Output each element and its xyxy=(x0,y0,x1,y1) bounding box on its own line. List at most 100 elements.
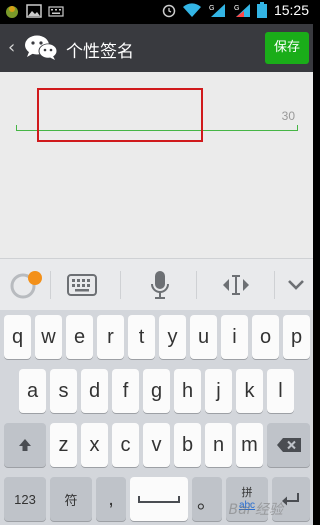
signal-g2-label: G xyxy=(234,5,239,12)
key-label: f xyxy=(122,379,129,402)
backspace-key[interactable] xyxy=(267,423,310,467)
key-label: z xyxy=(58,433,69,456)
key-e[interactable]: e xyxy=(66,315,93,359)
key-label: m xyxy=(241,433,258,456)
enter-icon xyxy=(282,493,299,506)
voice-input-button[interactable] xyxy=(134,259,186,311)
key-label: i xyxy=(232,325,237,348)
key-k[interactable]: k xyxy=(236,369,263,413)
status-bar-notifications xyxy=(4,3,64,19)
key-label: j xyxy=(216,379,221,402)
key-m[interactable]: m xyxy=(236,423,263,467)
keyboard-icon xyxy=(67,274,97,296)
key-label: p xyxy=(290,325,303,348)
key-label: , xyxy=(108,487,114,510)
lang-label-abc: abc xyxy=(238,499,256,511)
key-i[interactable]: i xyxy=(221,315,248,359)
key-label: a xyxy=(26,379,39,402)
shift-arrow-icon xyxy=(19,439,31,451)
key-label: 符 xyxy=(64,492,78,508)
cursor-arrows-icon xyxy=(223,275,249,295)
key-label: x xyxy=(89,433,100,456)
keyboard-notif-icon xyxy=(48,6,64,17)
wechat-logo-icon[interactable] xyxy=(24,34,58,62)
numbers-key[interactable]: 123 xyxy=(4,477,46,521)
save-button[interactable]: 保存 xyxy=(265,32,309,64)
notification-app-icon xyxy=(6,6,18,18)
key-label: h xyxy=(181,379,194,402)
key-o[interactable]: o xyxy=(252,315,279,359)
key-u[interactable]: u xyxy=(190,315,217,359)
enter-key[interactable] xyxy=(272,477,310,521)
key-t[interactable]: t xyxy=(128,315,155,359)
highlight-box xyxy=(37,88,203,142)
key-label: q xyxy=(11,325,24,348)
key-label: g xyxy=(150,379,163,402)
collapse-keyboard-button[interactable] xyxy=(278,259,313,311)
key-a[interactable]: a xyxy=(19,369,46,413)
key-b[interactable]: b xyxy=(174,423,201,467)
key-label: k xyxy=(244,379,255,402)
key-label: 123 xyxy=(14,491,36,507)
key-x[interactable]: x xyxy=(81,423,108,467)
char-counter: 30 xyxy=(281,109,295,123)
signal-g2-icon: G xyxy=(234,4,250,17)
status-time: 15:25 xyxy=(273,2,309,18)
key-w[interactable]: w xyxy=(35,315,62,359)
toolbar-separator xyxy=(274,271,275,299)
key-g[interactable]: g xyxy=(143,369,170,413)
status-bar-system: G G 15:25 xyxy=(161,2,309,18)
alarm-icon xyxy=(162,4,176,18)
key-n[interactable]: n xyxy=(205,423,232,467)
language-switch-key[interactable]: 拼 abc xyxy=(226,477,268,521)
key-label: v xyxy=(151,433,162,456)
key-r[interactable]: r xyxy=(97,315,124,359)
key-h[interactable]: h xyxy=(174,369,201,413)
space-key[interactable] xyxy=(130,477,188,521)
symbols-key[interactable]: 符 xyxy=(50,477,92,521)
microphone-icon xyxy=(151,271,169,299)
key-c[interactable]: c xyxy=(112,423,139,467)
key-label: s xyxy=(58,379,69,402)
toolbar-separator xyxy=(196,271,197,299)
key-label: c xyxy=(120,433,131,456)
keyboard-toolbar xyxy=(0,258,313,310)
lang-label-pinyin: 拼 xyxy=(241,486,253,499)
key-s[interactable]: s xyxy=(50,369,77,413)
soft-keyboard: q w e r t y u i o p a s d f g h j k l z … xyxy=(0,310,313,525)
key-y[interactable]: y xyxy=(159,315,186,359)
key-label: w xyxy=(41,325,56,348)
key-q[interactable]: q xyxy=(4,315,31,359)
key-l[interactable]: l xyxy=(267,369,294,413)
key-label: o xyxy=(259,325,272,348)
comma-key[interactable]: , xyxy=(96,477,126,521)
signature-editor: 30 xyxy=(0,72,313,258)
key-f[interactable]: f xyxy=(112,369,139,413)
key-label: u xyxy=(197,325,210,348)
back-chevron-icon[interactable]: ‹ xyxy=(8,37,15,58)
key-label: r xyxy=(107,325,114,348)
key-label: 。 xyxy=(197,490,217,513)
key-d[interactable]: d xyxy=(81,369,108,413)
key-p[interactable]: p xyxy=(283,315,310,359)
key-z[interactable]: z xyxy=(50,423,77,467)
wifi-icon xyxy=(182,3,201,18)
shift-key[interactable] xyxy=(4,423,46,467)
key-label: t xyxy=(138,325,145,348)
key-j[interactable]: j xyxy=(205,369,232,413)
keyboard-switch-button[interactable] xyxy=(56,259,108,311)
sogou-logo-icon xyxy=(10,271,42,299)
signal-g-label: G xyxy=(209,5,214,12)
sogou-logo-button[interactable] xyxy=(4,259,48,311)
chevron-down-icon xyxy=(287,280,304,290)
period-key[interactable]: 。 xyxy=(192,477,222,521)
key-label: b xyxy=(181,433,194,456)
toolbar-separator xyxy=(50,271,51,299)
key-label: l xyxy=(278,379,283,402)
backspace-icon xyxy=(276,438,301,452)
key-label: d xyxy=(88,379,101,402)
cursor-move-button[interactable] xyxy=(210,259,262,311)
battery-icon xyxy=(256,2,267,18)
space-bar-icon xyxy=(138,496,180,503)
key-v[interactable]: v xyxy=(143,423,170,467)
